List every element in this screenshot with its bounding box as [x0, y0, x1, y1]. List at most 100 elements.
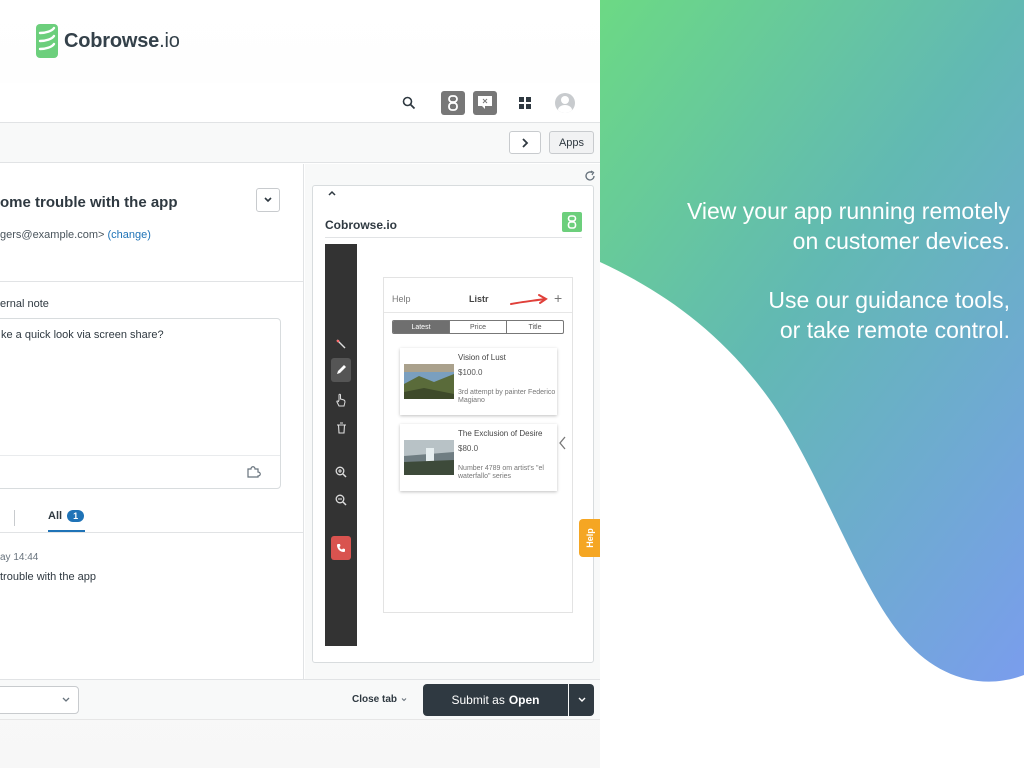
- laser-tool[interactable]: [331, 334, 351, 354]
- panel-divider: [325, 237, 582, 238]
- submit-button[interactable]: Submit as Open: [423, 684, 568, 716]
- segment-latest[interactable]: Latest: [393, 321, 450, 333]
- tab-all-count-badge: 1: [67, 510, 85, 522]
- tagline-line: or take remote control.: [779, 317, 1010, 343]
- zoom-out-icon: [335, 494, 347, 506]
- artwork-thumbnail: [404, 440, 454, 475]
- tab-all-label: All: [48, 510, 63, 522]
- refresh-icon[interactable]: [584, 170, 596, 182]
- app-header: Help Listr +: [384, 290, 572, 310]
- next-button[interactable]: [509, 131, 541, 154]
- chevron-up-icon[interactable]: [326, 188, 338, 198]
- tagline-paragraph-1: View your app running remotely on custom…: [610, 196, 1010, 256]
- cobrowse-logo-icon: [36, 24, 58, 58]
- cobrowse-app-button[interactable]: [441, 91, 465, 115]
- message-text: trouble with the app: [0, 571, 97, 583]
- list-item[interactable]: The Exclusion of Desire $80.0 Number 478…: [400, 424, 557, 491]
- avatar-icon: [555, 93, 575, 113]
- chevron-left-icon[interactable]: [558, 436, 568, 450]
- segment-price[interactable]: Price: [450, 321, 507, 333]
- phone-icon: [337, 544, 345, 552]
- puzzle-icon[interactable]: [246, 463, 262, 479]
- item-description: Number 4789 om artist's "el waterfallo" …: [458, 465, 544, 480]
- user-avatar[interactable]: [553, 91, 577, 115]
- internal-note-label[interactable]: ernal note: [0, 298, 49, 310]
- cobrowse-app-panel: Cobrowse.io Help Listr + Latest Price Ti…: [312, 185, 594, 663]
- trash-icon: [336, 422, 346, 434]
- list-item[interactable]: Vision of Lust $100.0 3rd attempt by pai…: [400, 348, 557, 415]
- macro-select[interactable]: [0, 686, 79, 714]
- laser-pointer-icon: [336, 339, 346, 349]
- ticket-pane: ome trouble with the app gers@example.co…: [0, 164, 304, 679]
- segment-title[interactable]: Title: [507, 321, 563, 333]
- submit-options-button[interactable]: [569, 684, 594, 716]
- apps-grid-button[interactable]: [513, 91, 537, 115]
- brand-logo: Cobrowse.io: [36, 24, 180, 58]
- search-button[interactable]: [397, 91, 421, 115]
- draw-tool[interactable]: [331, 358, 351, 382]
- divider: [0, 532, 304, 533]
- hand-pointer-icon: [336, 393, 346, 407]
- change-requester-link[interactable]: (change): [107, 229, 150, 241]
- help-tab[interactable]: Help: [579, 519, 600, 557]
- close-tab-label: Close tab: [352, 694, 398, 705]
- tab-divider: [14, 510, 15, 526]
- apps-sidebar: Cobrowse.io Help Listr + Latest Price Ti…: [305, 164, 600, 679]
- artwork-thumbnail: [404, 364, 454, 399]
- remote-toolbar: [325, 244, 357, 646]
- sort-segmented-control: Latest Price Title: [392, 320, 564, 334]
- device-screen[interactable]: Help Listr + Latest Price Title Vision o…: [357, 244, 582, 646]
- zoom-out-tool[interactable]: [331, 490, 351, 510]
- chevron-down-icon: [401, 697, 407, 701]
- item-price: $80.0: [458, 444, 479, 453]
- sub-bar: Apps: [0, 123, 600, 163]
- comment-editor[interactable]: ke a quick look via screen share?: [0, 318, 281, 489]
- tab-all[interactable]: All 1: [48, 510, 85, 522]
- submit-status: Open: [508, 693, 540, 707]
- search-icon: [402, 96, 416, 110]
- zoom-in-tool[interactable]: [331, 462, 351, 482]
- app-add-button[interactable]: +: [554, 290, 562, 306]
- customer-app-screen[interactable]: Help Listr + Latest Price Title Vision o…: [383, 277, 573, 613]
- requester-line: gers@example.com> (change): [0, 229, 151, 241]
- tagline-line: on customer devices.: [792, 228, 1010, 254]
- divider: [0, 281, 304, 282]
- chevron-right-icon: [522, 137, 529, 148]
- chevron-down-icon: [578, 697, 585, 702]
- close-tab-button[interactable]: Close tab: [352, 694, 407, 705]
- app-help-link[interactable]: Help: [392, 294, 411, 304]
- apps-button[interactable]: Apps: [549, 131, 594, 154]
- help-tab-label: Help: [584, 528, 595, 548]
- bottom-bar: Close tab Submit as Open: [0, 679, 600, 719]
- submit-prefix: Submit as: [451, 693, 505, 707]
- ticket-subject[interactable]: ome trouble with the app: [0, 194, 178, 211]
- cobrowse-icon: [448, 95, 458, 111]
- brand-name: Cobrowse.io: [64, 29, 180, 52]
- item-price: $100.0: [458, 368, 483, 377]
- chevron-down-icon: [62, 697, 70, 702]
- item-title: The Exclusion of Desire: [458, 429, 543, 438]
- chat-button[interactable]: [473, 91, 497, 115]
- cobrowse-icon: [567, 215, 577, 229]
- top-bar: [0, 83, 600, 123]
- tagline-line: View your app running remotely: [686, 198, 1010, 224]
- requester-email: gers@example.com>: [0, 229, 105, 241]
- cobrowse-badge: [562, 212, 582, 232]
- pencil-icon: [337, 365, 346, 374]
- device-view: Help Listr + Latest Price Title Vision o…: [325, 244, 582, 646]
- panel-title: Cobrowse.io: [325, 218, 398, 232]
- chevron-down-icon: [264, 197, 272, 203]
- tagline-paragraph-2: Use our guidance tools, or take remote c…: [610, 285, 1010, 345]
- item-description: 3rd attempt by painter Federico Magiano: [458, 389, 556, 404]
- message-timestamp: ay 14:44: [0, 552, 39, 563]
- end-session-button[interactable]: [331, 536, 351, 560]
- editor-footer-divider: [0, 455, 280, 456]
- comment-text[interactable]: ke a quick look via screen share?: [1, 329, 164, 341]
- control-tool[interactable]: [331, 390, 351, 410]
- tagline-line: Use our guidance tools,: [768, 287, 1010, 313]
- app-header-divider: [384, 312, 572, 313]
- clear-tool[interactable]: [331, 418, 351, 438]
- subject-dropdown-button[interactable]: [256, 188, 280, 212]
- helpdesk-app-window: Apps ome trouble with the app gers@examp…: [0, 83, 600, 720]
- zoom-in-icon: [335, 466, 347, 478]
